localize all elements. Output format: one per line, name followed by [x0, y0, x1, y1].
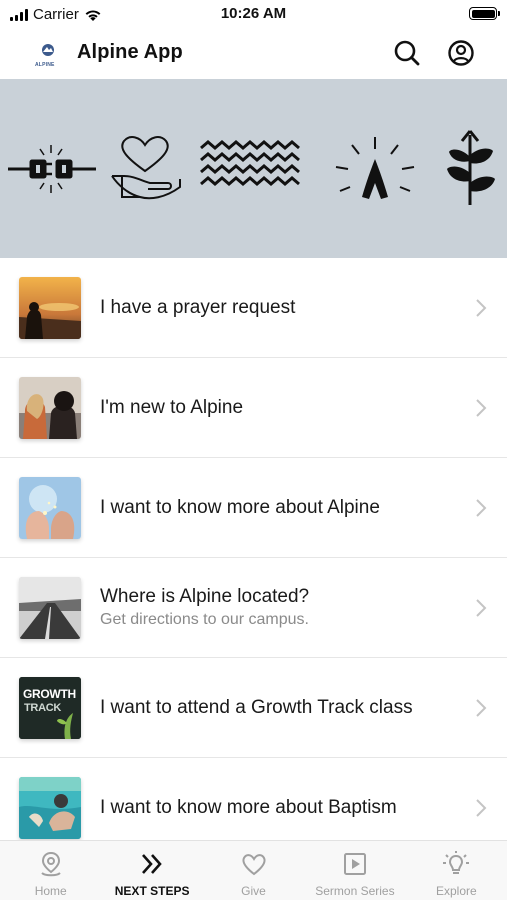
item-subtitle: Get directions to our campus.	[100, 611, 309, 628]
item-title: Where is Alpine located?	[100, 586, 310, 607]
tab-label: Sermon Series	[315, 884, 395, 898]
list-item[interactable]: I want to know more about Baptism	[0, 758, 507, 840]
growth-track-thumb-text-2: TRACK	[24, 702, 61, 714]
lightbulb-icon	[443, 851, 470, 874]
chevron-right-icon	[476, 699, 487, 717]
account-button[interactable]	[446, 38, 476, 68]
heart-icon	[241, 854, 266, 876]
item-text: I want to know more about Alpine	[100, 458, 467, 557]
chevron-right-icon	[476, 799, 487, 817]
plant-growth-icon	[447, 130, 495, 205]
search-icon	[394, 40, 420, 66]
search-button[interactable]	[392, 38, 422, 68]
list-item[interactable]: GROWTH TRACK I want to attend a Growth T…	[0, 658, 507, 758]
chevron-right-icon	[476, 399, 487, 417]
app-header: ALPINE Alpine App	[0, 28, 507, 79]
item-text: I want to attend a Growth Track class	[100, 658, 467, 757]
item-thumbnail: GROWTH TRACK	[19, 677, 81, 739]
tab-label: Explore	[435, 884, 477, 898]
item-text: I'm new to Alpine	[100, 358, 467, 457]
list-item[interactable]: I want to know more about Alpine	[0, 458, 507, 558]
heart-hand-icon	[111, 136, 181, 200]
list-item[interactable]: Where is Alpine located? Get directions …	[0, 558, 507, 658]
status-time: 10:26 AM	[220, 5, 287, 22]
item-thumbnail	[19, 777, 81, 839]
chevron-right-icon	[476, 599, 487, 617]
battery-icon	[469, 7, 500, 20]
map-pin-icon	[40, 851, 61, 877]
waves-icon	[200, 140, 300, 186]
status-bar: Carrier 10:26 AM	[0, 0, 507, 28]
list-item[interactable]: I have a prayer request	[0, 258, 507, 358]
tab-sermon-series[interactable]: Sermon Series	[304, 841, 405, 900]
chevron-right-icon	[476, 299, 487, 317]
chevron-right-icon	[476, 499, 487, 517]
item-title: I want to know more about Alpine	[100, 496, 380, 518]
item-text: I want to know more about Baptism	[100, 758, 467, 840]
item-text: I have a prayer request	[100, 258, 467, 357]
double-chevron-icon	[142, 854, 162, 874]
logo-wordmark: ALPINE	[35, 62, 55, 68]
app-title: Alpine App	[77, 41, 183, 63]
item-thumbnail	[19, 377, 81, 439]
item-title: I want to attend a Growth Track class	[100, 696, 413, 718]
item-text: Where is Alpine located? Get directions …	[100, 558, 467, 657]
praying-hands-icon	[335, 137, 415, 199]
item-title: I have a prayer request	[100, 296, 296, 318]
item-thumbnail	[19, 577, 81, 639]
tab-home[interactable]: Home	[0, 841, 101, 900]
tab-label: Give	[241, 884, 266, 898]
item-title: I'm new to Alpine	[100, 396, 244, 418]
play-square-icon	[343, 853, 366, 875]
item-title: I want to know more about Baptism	[100, 796, 397, 818]
growth-track-thumb-text-1: GROWTH	[23, 687, 76, 701]
tab-label: NEXT STEPS	[114, 884, 190, 898]
account-icon	[448, 40, 474, 66]
tab-bar: Home NEXT STEPS Give Sermon Series Explo…	[0, 840, 507, 900]
next-steps-list: I have a prayer request I'm new to Alpin…	[0, 258, 507, 840]
item-thumbnail	[19, 477, 81, 539]
next-steps-banner	[0, 79, 507, 258]
list-item[interactable]: I'm new to Alpine	[0, 358, 507, 458]
tab-give[interactable]: Give	[203, 841, 304, 900]
tab-next-steps[interactable]: NEXT STEPS	[101, 841, 202, 900]
item-thumbnail	[19, 277, 81, 339]
plug-connect-icon	[8, 145, 96, 193]
tab-label: Home	[34, 884, 67, 898]
tab-explore[interactable]: Explore	[406, 841, 507, 900]
